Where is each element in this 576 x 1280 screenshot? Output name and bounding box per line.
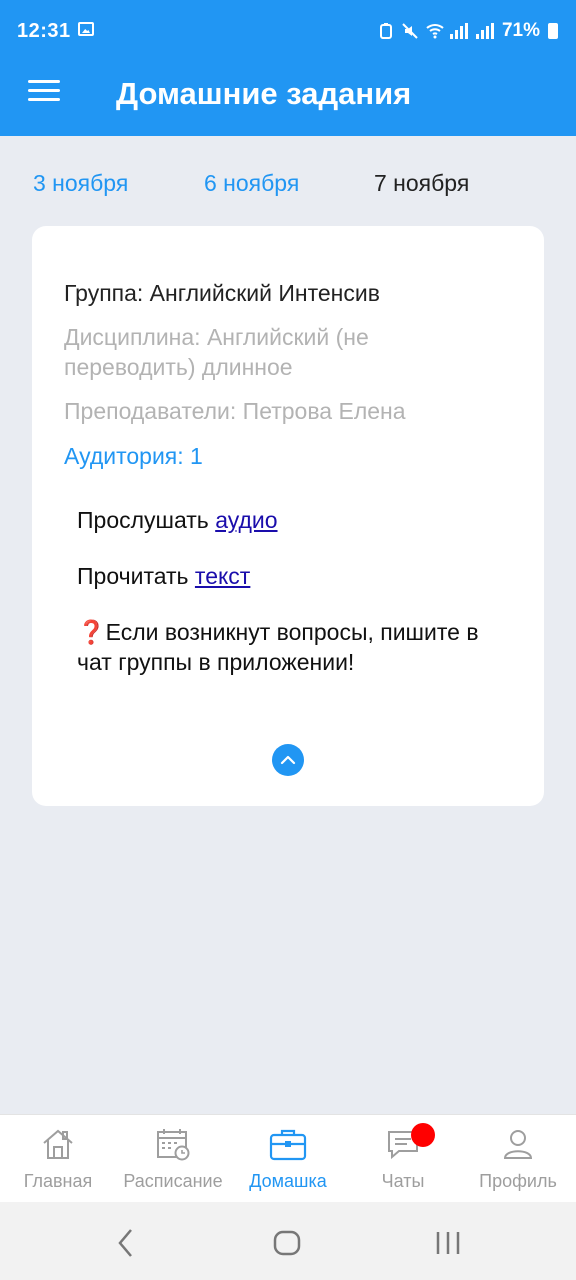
nav-schedule[interactable]: Расписание [115,1115,231,1203]
group-label: Группа: Английский Интенсив [64,280,380,306]
battery-saver-icon [378,23,394,39]
nav-chats-label: Чаты [381,1171,425,1191]
read-text: Прочитать [77,563,195,589]
chevron-up-icon [280,755,296,765]
text-link[interactable]: текст [195,563,250,589]
status-icons: 71% [378,20,558,42]
profile-icon [500,1127,536,1166]
system-navigation-bar [0,1202,576,1280]
notification-badge [411,1123,435,1147]
listen-instruction: Прослушать аудио [77,505,497,535]
date-tab-6-november[interactable]: 6 ноября [204,170,299,197]
briefcase-icon [268,1127,308,1166]
app-bar: Домашние задания [0,46,576,136]
discipline-label: Дисциплина: Английский (не переводить) д… [64,324,369,380]
status-time: 12:31 [17,20,71,42]
calendar-icon [155,1127,191,1166]
home-icon [40,1127,76,1166]
nav-home[interactable]: Главная [0,1115,116,1203]
questions-note: ❓Если возникнут вопросы, пишите в чат гр… [77,617,497,677]
nav-homework[interactable]: Домашка [230,1115,346,1203]
battery-icon [548,23,558,39]
nav-profile-label: Профиль [479,1171,557,1191]
status-bar: 12:31 71% [0,0,576,46]
home-button-icon[interactable] [273,1228,301,1263]
battery-percent: 71% [501,20,540,41]
recent-apps-icon[interactable] [434,1228,462,1263]
read-instruction: Прочитать текст [77,561,497,591]
homework-card: Группа: Английский Интенсив Дисциплина: … [32,226,544,806]
room-label: Аудитория: 1 [64,443,203,469]
nav-home-label: Главная [23,1171,93,1191]
collapse-button[interactable] [272,744,304,776]
image-notification-icon [78,22,94,36]
signal-icon [449,23,468,39]
page-title: Домашние задания [116,76,412,111]
wifi-icon [426,23,444,39]
date-tab-7-november[interactable]: 7 ноября [374,170,469,197]
date-tab-3-november[interactable]: 3 ноября [33,170,128,197]
signal-icon-2 [475,23,494,39]
back-icon[interactable] [116,1228,136,1263]
nav-schedule-label: Расписание [123,1171,223,1191]
hamburger-icon[interactable] [28,80,60,102]
note-text: Если возникнут вопросы, пишите в чат гру… [77,619,479,675]
nav-chats[interactable]: Чаты [345,1115,461,1203]
listen-text: Прослушать [77,507,216,533]
nav-homework-label: Домашка [249,1171,327,1191]
teachers-label: Преподаватели: Петрова Елена [64,398,406,424]
date-tabs: 3 ноября 6 ноября 7 ноября [0,170,576,204]
mute-icon [402,23,418,39]
question-mark-icon: ❓ [77,619,106,645]
audio-link[interactable]: аудио [215,507,277,533]
bottom-navigation: Главная Расписание Домашка Чаты Профиль [0,1114,576,1203]
nav-profile[interactable]: Профиль [460,1115,576,1203]
